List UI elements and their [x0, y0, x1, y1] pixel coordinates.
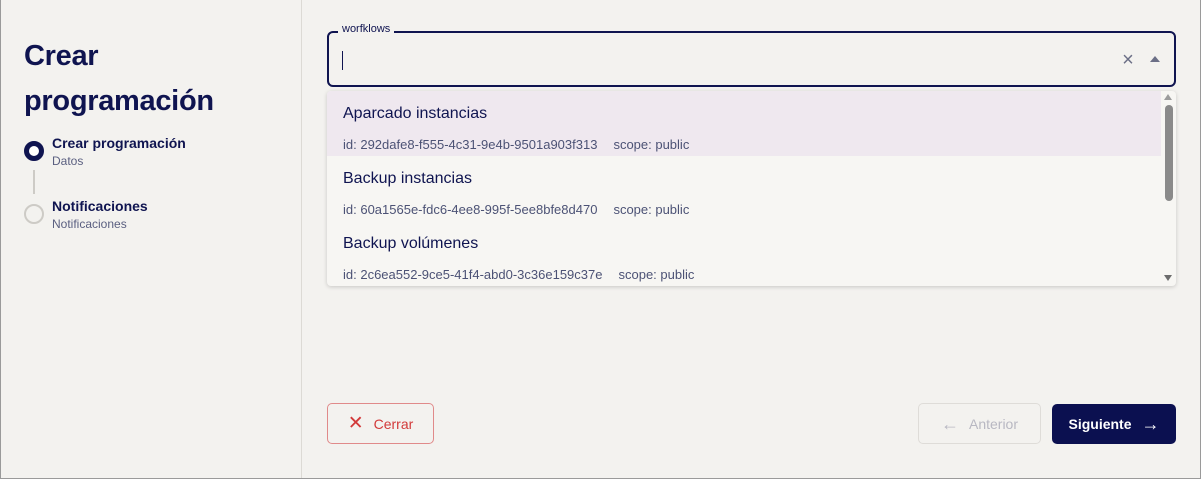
step-title: Crear programación	[52, 135, 186, 151]
list-item[interactable]: Aparcado instancias id: 292dafe8-f555-4c…	[327, 91, 1161, 156]
option-scope: scope: public	[613, 137, 690, 152]
workflow-autocomplete[interactable]: worfklows ×	[327, 23, 1176, 87]
option-meta: id: 292dafe8-f555-4c31-9e4b-9501a903f313…	[343, 137, 689, 152]
workflow-options-list[interactable]: Aparcado instancias id: 292dafe8-f555-4c…	[327, 91, 1176, 286]
scroll-down-icon[interactable]	[1164, 275, 1172, 281]
arrow-right-icon: →	[1141, 414, 1160, 434]
option-meta: id: 60a1565e-fdc6-4ee8-995f-5ee8bfe8d470…	[343, 202, 689, 217]
step-connector	[33, 170, 35, 194]
option-scope: scope: public	[613, 202, 690, 217]
option-id: id: 292dafe8-f555-4c31-9e4b-9501a903f313	[343, 137, 598, 152]
sidebar: Crear programación Crear programación Da…	[0, 0, 302, 478]
step-subtitle: Datos	[52, 154, 84, 168]
option-name: Backup instancias	[343, 170, 472, 187]
scroll-up-icon[interactable]	[1164, 94, 1172, 100]
next-button-label: Siguiente	[1068, 416, 1132, 432]
option-meta: id: 2c6ea552-9ce5-41f4-abd0-3c36e159c37e…	[343, 267, 694, 282]
text-cursor	[342, 51, 343, 70]
previous-button[interactable]: ← Anterior	[918, 403, 1041, 444]
step-title: Notificaciones	[52, 198, 148, 214]
close-button-label: Cerrar	[373, 415, 414, 432]
arrow-up-icon[interactable]	[1150, 56, 1160, 62]
scroll-thumb[interactable]	[1165, 105, 1173, 201]
list-item[interactable]: Backup volúmenes id: 2c6ea552-9ce5-41f4-…	[327, 221, 1161, 286]
close-icon[interactable]: ×	[1119, 50, 1137, 70]
option-scope: scope: public	[618, 267, 695, 282]
step-inactive-icon	[24, 204, 44, 224]
step-active-icon	[24, 141, 44, 161]
option-name: Backup volúmenes	[343, 235, 479, 252]
option-name: Aparcado instancias	[343, 105, 488, 122]
previous-button-label: Anterior	[968, 415, 1019, 432]
next-button[interactable]: Siguiente →	[1052, 404, 1176, 444]
option-id: id: 60a1565e-fdc6-4ee8-995f-5ee8bfe8d470	[343, 202, 598, 217]
page-title: Crear programación	[24, 40, 214, 117]
step-subtitle: Notificaciones	[52, 217, 127, 231]
scrollbar[interactable]	[1161, 91, 1176, 286]
option-id: id: 2c6ea552-9ce5-41f4-abd0-3c36e159c37e	[343, 267, 603, 282]
close-icon: ✕	[347, 413, 364, 434]
arrow-left-icon: ←	[940, 413, 959, 434]
list-item[interactable]: Backup instancias id: 60a1565e-fdc6-4ee8…	[327, 156, 1161, 221]
workflow-input[interactable]	[341, 45, 1101, 73]
close-button[interactable]: ✕ Cerrar	[327, 403, 434, 444]
workflow-field-label: worfklows	[338, 23, 395, 35]
